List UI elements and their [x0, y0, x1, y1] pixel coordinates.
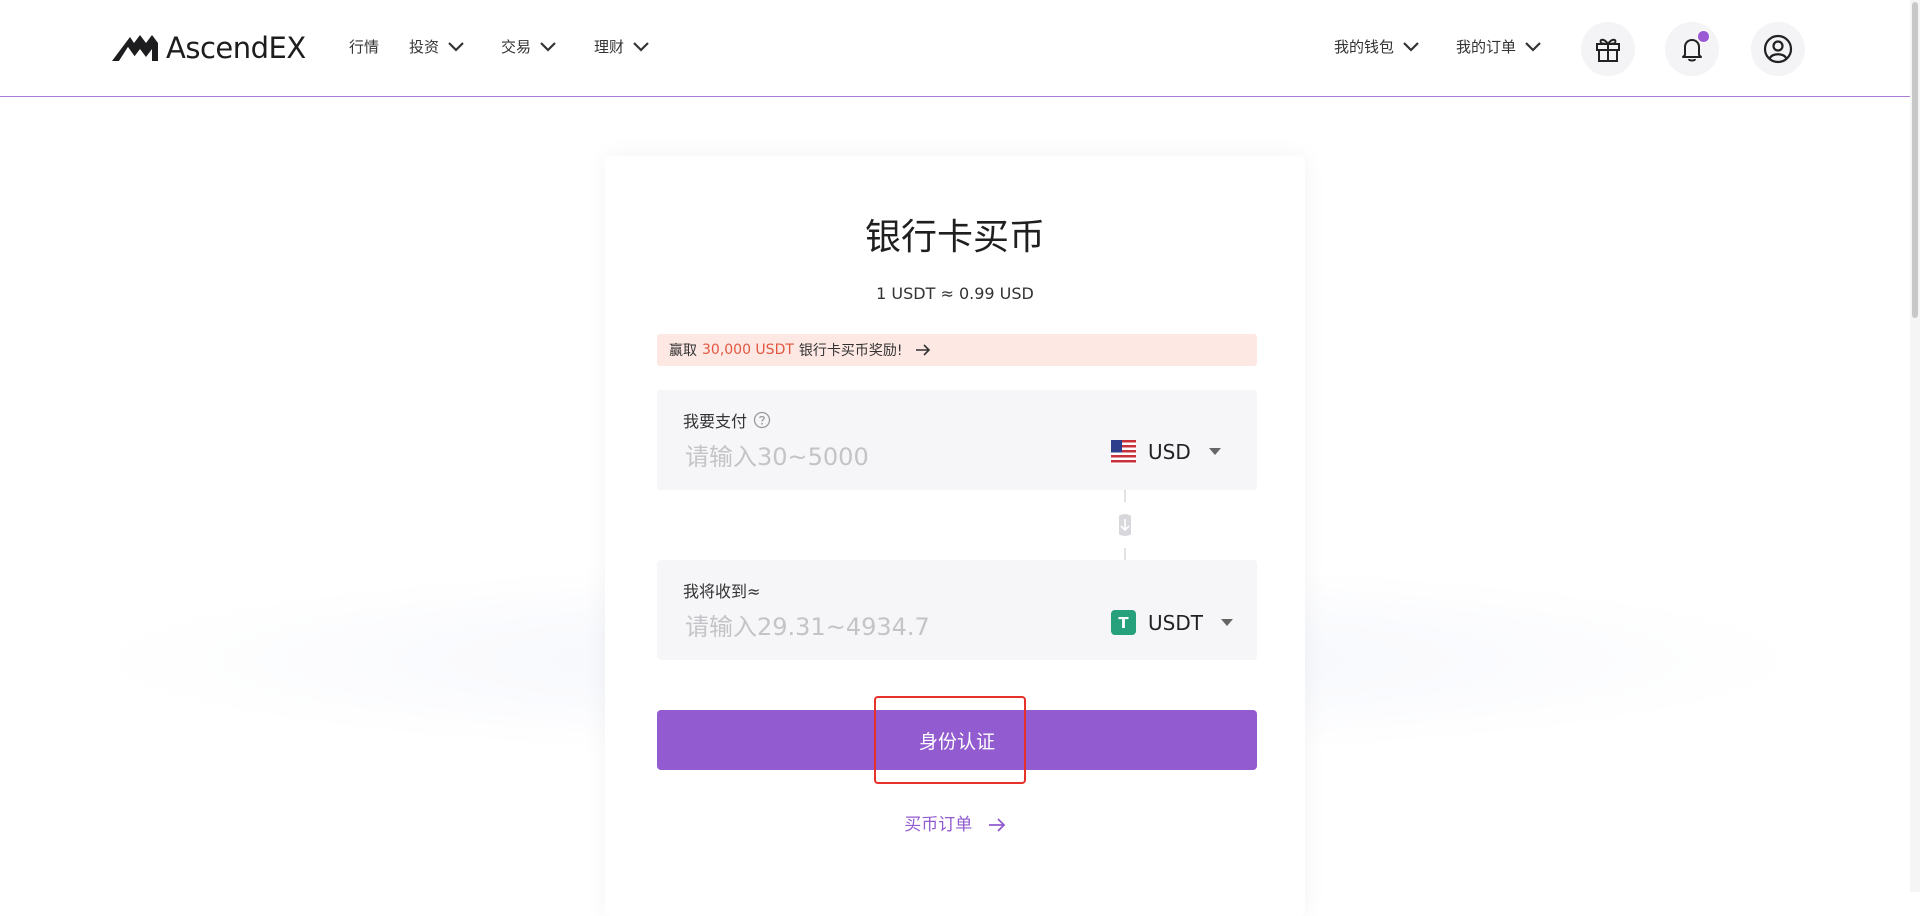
- help-icon[interactable]: [753, 411, 771, 429]
- receive-label-row: 我将收到≈: [683, 578, 760, 602]
- chevron-down-icon: [448, 41, 464, 52]
- chevron-down-icon: [1403, 41, 1419, 52]
- caret-down-icon: [1220, 618, 1233, 626]
- buy-orders-link-label: 买币订单: [904, 815, 973, 835]
- pay-amount-field: 我要支付 USD: [657, 390, 1257, 490]
- promo-prefix: 赢取: [669, 343, 697, 359]
- nav-item-market[interactable]: 行情: [349, 36, 379, 57]
- tether-icon: T: [1111, 610, 1136, 635]
- buy-orders-link[interactable]: 买币订单: [605, 810, 1305, 835]
- nav-item-trade[interactable]: 交易: [501, 36, 557, 57]
- arrow-right-icon: [988, 818, 1005, 832]
- verify-identity-button[interactable]: 身份认证: [657, 710, 1257, 770]
- caret-down-icon: [1208, 448, 1221, 455]
- receive-amount-input[interactable]: [683, 608, 1067, 646]
- nav-item-orders[interactable]: 我的订单: [1456, 36, 1542, 57]
- pay-currency-select[interactable]: USD: [1111, 440, 1221, 464]
- pay-currency-code: USD: [1148, 440, 1191, 464]
- exchange-rate: 1 USDT ≈ 0.99 USD: [876, 284, 1034, 303]
- chevron-down-icon: [633, 41, 649, 52]
- nav-item-label: 行情: [349, 38, 380, 56]
- buy-with-card-panel: 银行卡买币 1 USDT ≈ 0.99 USD 赢取 30,000 USDT 银…: [605, 156, 1305, 916]
- swap-connector: [1119, 490, 1131, 560]
- brand-logo[interactable]: AscendEX: [110, 30, 306, 66]
- nav-item-wallet[interactable]: 我的钱包: [1334, 36, 1420, 57]
- nav-item-label: 理财: [594, 38, 625, 56]
- promo-highlight: 30,000 USDT: [702, 342, 794, 358]
- us-flag-icon: [1111, 440, 1136, 464]
- nav-item-label: 我的钱包: [1334, 38, 1395, 56]
- receive-amount-field: 我将收到≈ T USDT: [657, 560, 1257, 660]
- user-icon: [1763, 34, 1793, 64]
- page-title: 银行卡买币: [864, 217, 1045, 258]
- pay-amount-input[interactable]: [683, 438, 1067, 476]
- nav-item-label: 我的订单: [1456, 38, 1517, 56]
- chevron-down-icon: [540, 41, 556, 52]
- nav-item-label: 交易: [501, 38, 532, 56]
- pay-label: 我要支付: [683, 412, 748, 431]
- arrow-right-icon: [915, 344, 930, 356]
- promo-banner[interactable]: 赢取 30,000 USDT 银行卡买币奖励!: [657, 334, 1257, 366]
- page-scrollbar-thumb[interactable]: [1912, 2, 1918, 318]
- receive-currency-code: USDT: [1148, 610, 1203, 635]
- chevron-down-icon: [1525, 41, 1541, 52]
- receive-currency-select[interactable]: T USDT: [1111, 610, 1233, 635]
- notifications-button[interactable]: [1665, 22, 1719, 76]
- user-account-button[interactable]: [1751, 22, 1805, 76]
- top-navbar: AscendEX 行情 投资 交易 理财 我的钱包 我的订单: [0, 0, 1910, 97]
- pay-label-row: 我要支付: [683, 408, 771, 432]
- gift-icon: [1596, 38, 1620, 62]
- nav-item-finance[interactable]: 理财: [594, 36, 650, 57]
- receive-label: 我将收到≈: [683, 582, 761, 601]
- promo-suffix: 银行卡买币奖励!: [798, 343, 903, 359]
- ascendex-logo-icon: [112, 35, 158, 61]
- brand-name: AscendEX: [166, 31, 306, 65]
- gift-button[interactable]: [1581, 22, 1635, 76]
- notification-dot: [1697, 30, 1710, 43]
- nav-item-invest[interactable]: 投资: [409, 36, 465, 57]
- nav-item-label: 投资: [409, 38, 440, 56]
